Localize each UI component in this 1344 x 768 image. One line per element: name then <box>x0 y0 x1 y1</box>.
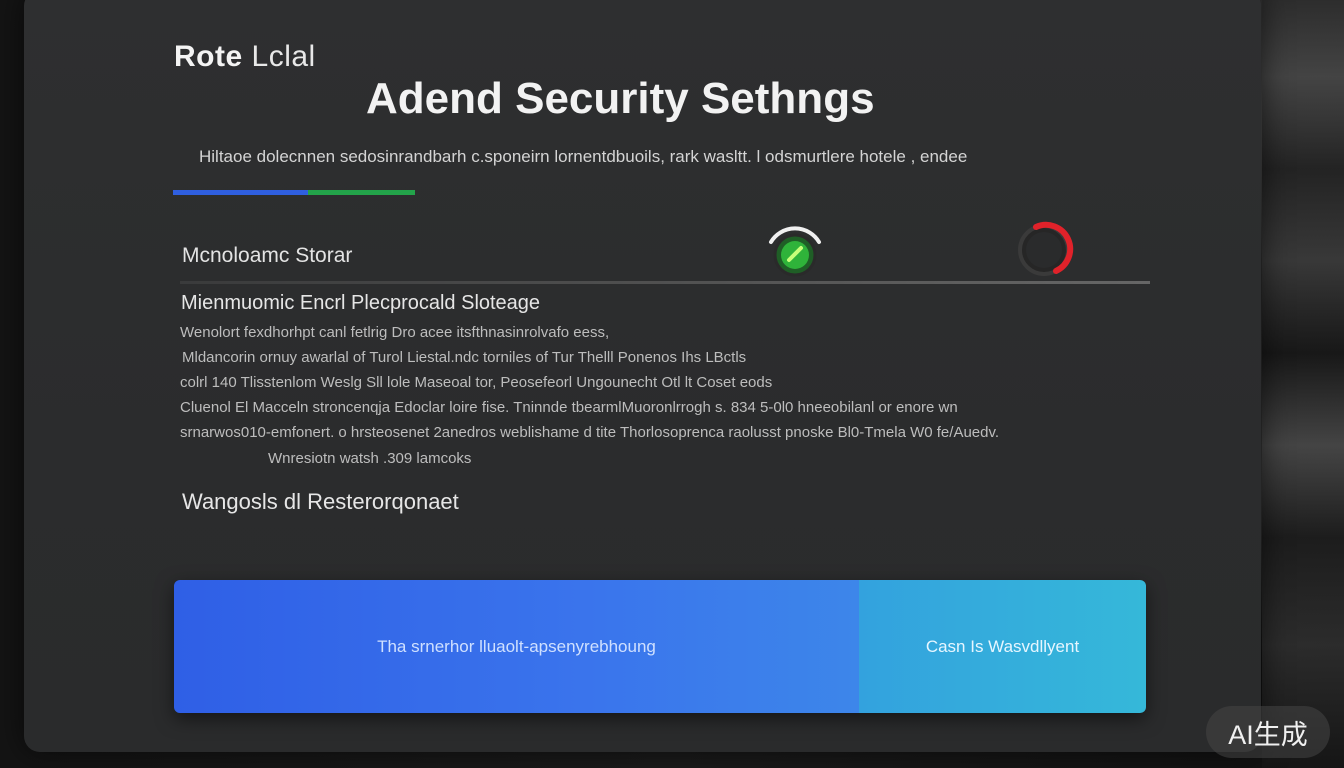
status-alert-gauge-icon[interactable] <box>1014 218 1074 278</box>
description-line: srnarwos010-emfonert. o hrsteosenet 2ane… <box>180 424 1000 441</box>
title-accent-underline <box>173 190 415 195</box>
action-bar: Tha srnerhor lluaolt-apsenyrebhoung Casn… <box>174 580 1146 713</box>
description-line: Wnresiotn watsh .309 lamcoks <box>268 450 472 467</box>
accent-segment-green <box>308 190 415 195</box>
section-title: Mienmuomic Encrl Plecprocald Sloteage <box>181 292 541 314</box>
bottom-section-label: Wangosls dl Resterorqonaet <box>182 489 459 514</box>
ai-generated-watermark: AI生成 <box>1206 706 1330 758</box>
primary-action-button[interactable]: Tha srnerhor lluaolt-apsenyrebhoung <box>174 580 859 713</box>
brand-logo-primary: Rote <box>174 40 243 73</box>
background-decoration <box>1262 0 1344 768</box>
description-line: Cluenol El Macceln stroncenqja Edoclar l… <box>180 399 958 416</box>
page-subtitle: Hiltaoe dolecnnen sedosinrandbarh c.spon… <box>199 147 968 166</box>
setting-row-label: Mcnoloamc Storar <box>182 244 353 267</box>
brand-logo: Rote Lclal <box>174 40 316 74</box>
accent-segment-blue <box>173 190 308 195</box>
description-line: Wenolort fexdhorhpt canl fetlrig Dro ace… <box>180 324 610 341</box>
page-title: Adend Security Sethngs <box>366 74 875 123</box>
brand-logo-secondary: Lclal <box>251 40 316 73</box>
setting-divider <box>180 281 1150 284</box>
secondary-action-button[interactable]: Casn Is Wasvdllyent <box>859 580 1146 713</box>
description-line: colrl 140 Tlisstenlom Weslg Sll lole Mas… <box>180 374 773 391</box>
status-ok-gauge-icon[interactable] <box>765 222 825 282</box>
description-line: Mldancorin ornuy awarlal of Turol Liesta… <box>182 349 747 366</box>
